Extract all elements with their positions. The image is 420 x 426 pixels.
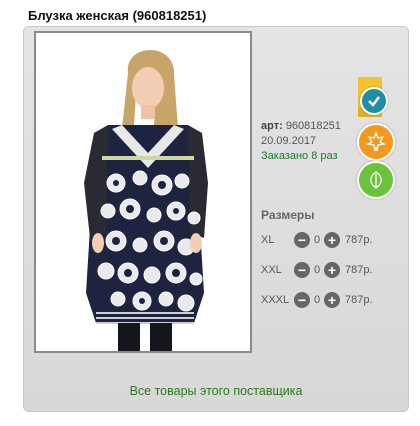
article-number: 960818251 <box>285 120 341 132</box>
size-row-xxxl: XXXL − 0 + 787р. <box>261 291 373 309</box>
size-name: XL <box>261 234 275 246</box>
supplier-products-link[interactable]: Все товары этого поставщика <box>24 384 408 398</box>
decrease-button[interactable]: − <box>294 292 310 308</box>
product-title: Блузка женская (960818251) <box>28 8 207 23</box>
size-row-xxl: XXL − 0 + 787р. <box>261 261 373 279</box>
article-line: арт: 960818251 <box>261 119 341 134</box>
article-label: арт: <box>261 120 283 132</box>
product-date: 20.09.2017 <box>261 135 317 147</box>
size-price: 787р. <box>345 234 373 246</box>
decrease-button[interactable]: − <box>294 262 310 278</box>
check-icon[interactable] <box>360 87 388 115</box>
decrease-button[interactable]: − <box>294 232 310 248</box>
maple-leaf-icon[interactable] <box>357 123 395 161</box>
size-price: 787р. <box>345 294 373 306</box>
quantity-value: 0 <box>313 234 321 246</box>
size-row-xl: XL − 0 + 787р. <box>261 231 373 249</box>
ordered-count: Заказано 8 раз <box>261 150 338 162</box>
increase-button[interactable]: + <box>324 262 340 278</box>
sizes-title: Размеры <box>261 208 315 222</box>
product-image <box>36 33 250 351</box>
product-info: арт: 960818251 20.09.2017 Заказано 8 раз <box>261 119 341 164</box>
increase-button[interactable]: + <box>324 232 340 248</box>
size-price: 787р. <box>345 264 373 276</box>
leaf-icon[interactable] <box>357 161 395 199</box>
product-card: арт: 960818251 20.09.2017 Заказано 8 раз… <box>23 26 409 412</box>
product-photo[interactable] <box>34 31 252 353</box>
quantity-value: 0 <box>313 264 321 276</box>
increase-button[interactable]: + <box>324 292 340 308</box>
quantity-value: 0 <box>313 294 321 306</box>
size-name: XXL <box>261 264 282 276</box>
size-name: XXXL <box>261 294 290 306</box>
